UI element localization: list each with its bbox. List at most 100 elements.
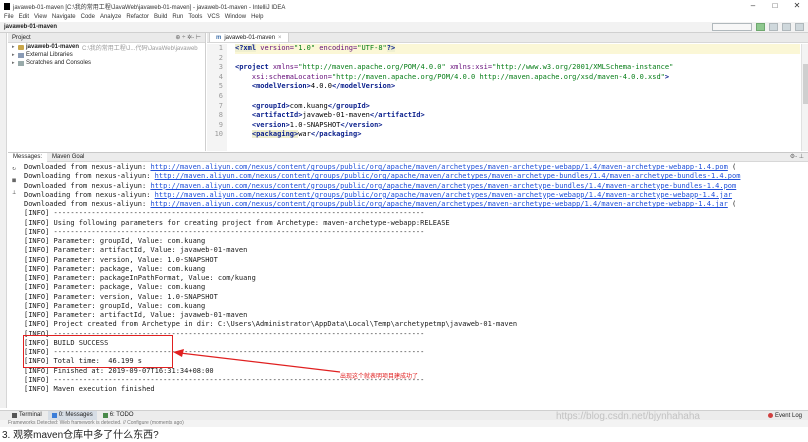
code-line[interactable]	[235, 54, 800, 64]
run-config-dropdown[interactable]	[712, 23, 752, 31]
console-text: [INFO] Parameter: artifactId, Value: jav…	[24, 311, 248, 319]
menu-bar: File Edit View Navigate Code Analyze Ref…	[0, 12, 808, 22]
tree-item-path: C:\我的常用工程\J...代码\JavaWeb\javaweb	[82, 45, 198, 52]
tool-tab-todo[interactable]: 6: TODO	[99, 411, 138, 420]
console-link[interactable]: http://maven.aliyun.com/nexus/content/gr…	[150, 182, 736, 190]
menu-edit[interactable]: Edit	[19, 14, 29, 20]
console-link[interactable]: http://maven.aliyun.com/nexus/content/gr…	[155, 191, 732, 199]
rerun-icon[interactable]: ↻	[10, 165, 18, 173]
close-button[interactable]: ✕	[786, 0, 808, 12]
menu-view[interactable]: View	[34, 14, 47, 20]
console-text: Downloading from nexus-aliyun:	[24, 190, 155, 199]
minimize-button[interactable]: –	[742, 0, 764, 12]
code-line[interactable]: xsi:schemaLocation="http://maven.apache.…	[235, 73, 800, 83]
run-icon[interactable]	[756, 23, 765, 31]
code-token: </packaging>	[310, 130, 362, 139]
code-line[interactable]	[235, 92, 800, 102]
annotation-text: 出现这个就表明项目建成功了	[340, 374, 419, 380]
console-text: [INFO] Finished at: 2019-09-07T16:31:34+…	[24, 366, 214, 375]
code-line[interactable]: <version>1.0-SNAPSHOT</version>	[235, 121, 800, 131]
project-panel-header: Project ⊕ ÷ ✲- ⊢	[8, 33, 205, 43]
code-line[interactable]: <modelVersion>4.0.0</modelVersion>	[235, 82, 800, 92]
tool-tab-messages[interactable]: 0: Messages	[47, 411, 97, 420]
search-icon[interactable]	[795, 23, 804, 31]
chevron-right-icon[interactable]: ▸	[12, 44, 16, 50]
menu-help[interactable]: Help	[251, 14, 263, 20]
menu-tools[interactable]: Tools	[188, 14, 202, 20]
tool-tab-terminal[interactable]: Terminal	[8, 411, 46, 420]
window-controls: – □ ✕	[742, 0, 808, 12]
gear-icon[interactable]: ⚙- ⊥	[790, 153, 804, 160]
code-token: "http://maven.apache.org/POM/4.0.0 http:…	[331, 72, 665, 81]
console-line: [INFO] ---------------------------------…	[24, 330, 808, 339]
project-panel-tools[interactable]: ⊕ ÷ ✲- ⊢	[175, 34, 201, 41]
console-text: [INFO] Parameter: package, Value: com.ku…	[24, 264, 206, 273]
stop-icon[interactable]	[782, 23, 791, 31]
console-line: [INFO] Parameter: version, Value: 1.0-SN…	[24, 256, 808, 265]
tab-messages[interactable]: Messages:	[8, 152, 48, 162]
line-number: 2	[218, 53, 223, 62]
navigation-bar: javaweb-01-maven	[0, 22, 808, 33]
menu-analyze[interactable]: Analyze	[100, 14, 121, 20]
tree-item-scratches[interactable]: ▸ Scratches and Consoles	[8, 59, 205, 67]
code-token: <version>	[251, 120, 290, 129]
console-line: [INFO] Parameter: version, Value: 1.0-SN…	[24, 293, 808, 302]
code-token: javaweb-01-maven	[302, 111, 370, 120]
terminal-icon	[12, 413, 17, 418]
code-line[interactable]: <groupId>com.kuang</groupId>	[235, 102, 800, 112]
pin-icon[interactable]: ⊥	[10, 189, 18, 197]
code-line[interactable]: <project xmlns="http://maven.apache.org/…	[235, 63, 800, 73]
line-number: 1	[218, 44, 223, 52]
console-line: [INFO] Parameter: artifactId, Value: jav…	[24, 311, 808, 320]
maximize-button[interactable]: □	[764, 0, 786, 12]
project-view-selector[interactable]: Project	[12, 35, 31, 41]
code-line[interactable]: <artifactId>javaweb-01-maven</artifactId…	[235, 111, 800, 121]
scrollbar-thumb[interactable]	[803, 64, 808, 104]
menu-run[interactable]: Run	[172, 14, 183, 20]
tree-item-external-libraries[interactable]: ▸ External Libraries	[8, 51, 205, 59]
console-text: Downloading from nexus-aliyun:	[24, 172, 155, 181]
console-line: Downloaded from nexus-aliyun: http://mav…	[24, 200, 808, 209]
console-text: [INFO] Parameter: groupId, Value: com.ku…	[24, 237, 206, 245]
menu-refactor[interactable]: Refactor	[126, 14, 149, 20]
console-text: Downloaded from nexus-aliyun:	[24, 181, 151, 190]
console-link[interactable]: http://maven.aliyun.com/nexus/content/gr…	[150, 200, 727, 208]
editor-scrollbar[interactable]	[801, 44, 808, 151]
console-text: [INFO] ---------------------------------…	[24, 227, 425, 236]
chevron-right-icon[interactable]: ▸	[12, 60, 16, 66]
menu-build[interactable]: Build	[154, 14, 167, 20]
close-tab-icon[interactable]: ×	[278, 35, 282, 41]
tree-item-project-root[interactable]: ▸ javaweb-01-maven C:\我的常用工程\J...代码\Java…	[8, 43, 205, 52]
code-line[interactable]: <?xml version="1.0" encoding="UTF-8"?>	[235, 44, 800, 54]
console-line: Downloading from nexus-aliyun: http://ma…	[24, 191, 808, 200]
console-text: [INFO] Using following parameters for cr…	[24, 218, 450, 227]
stop-icon[interactable]: ■	[10, 177, 18, 185]
console-link[interactable]: http://maven.aliyun.com/nexus/content/gr…	[155, 172, 741, 180]
console-line: Downloaded from nexus-aliyun: http://mav…	[24, 163, 808, 172]
line-number: 8	[218, 111, 223, 120]
menu-window[interactable]: Window	[225, 14, 246, 20]
tree-item-label: javaweb-01-maven	[26, 44, 80, 50]
code-token: version=	[256, 44, 295, 52]
window-titlebar: javaweb-01-maven [C:\我的常用工程\JavaWeb\java…	[0, 0, 808, 12]
console-link[interactable]: http://maven.aliyun.com/nexus/content/gr…	[150, 163, 727, 171]
code-token: <project	[235, 63, 269, 72]
menu-code[interactable]: Code	[81, 14, 95, 20]
code-token: "http://maven.apache.org/POM/4.0.0"	[298, 63, 446, 72]
editor-tab-pom[interactable]: m javaweb-01-maven ×	[209, 32, 289, 42]
menu-vcs[interactable]: VCS	[207, 14, 219, 20]
tab-maven-goal[interactable]: Maven Goal	[47, 153, 89, 162]
code-lines[interactable]: <?xml version="1.0" encoding="UTF-8"?> <…	[235, 44, 800, 151]
chevron-right-icon[interactable]: ▸	[12, 52, 16, 58]
left-tool-strip	[0, 33, 7, 408]
code-line[interactable]: <packaging>war</packaging>	[235, 130, 800, 140]
event-log-button[interactable]: Event Log	[767, 413, 802, 419]
console-text: [INFO] Project created from Archetype in…	[24, 320, 518, 329]
menu-file[interactable]: File	[4, 14, 14, 20]
breadcrumb[interactable]: javaweb-01-maven	[4, 24, 57, 30]
debug-icon[interactable]	[769, 23, 778, 31]
code-area[interactable]: 1 2 3 4 5 6 7 8 9 10 <?xml version="1.0" encoding…	[207, 44, 800, 151]
menu-navigate[interactable]: Navigate	[52, 14, 76, 20]
console-line: [INFO] Parameter: packageInPathFormat, V…	[24, 274, 808, 283]
